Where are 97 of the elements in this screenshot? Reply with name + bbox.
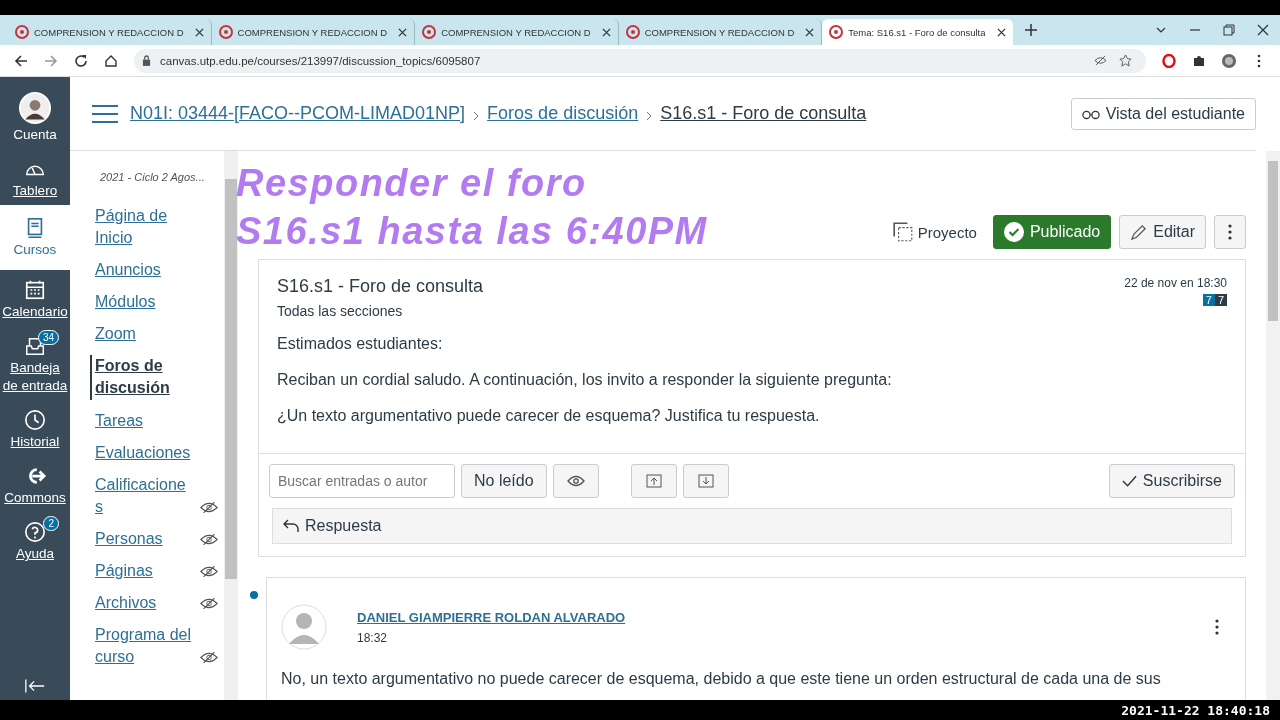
project-label: Proyecto [891,215,977,249]
course-nav-link[interactable]: Archivos [95,592,157,615]
course-nav-link[interactable]: Programa del curso [95,624,193,669]
restore-icon[interactable] [1223,24,1235,36]
post-time: 18:32 [357,630,389,645]
course-nav-link[interactable]: Páginas [95,559,153,582]
home-icon[interactable] [104,53,118,68]
post-date: 22 de nov en 18:30 [1124,276,1227,290]
new-tab-icon[interactable] [1024,24,1037,36]
breadcrumb-link[interactable]: Foros de discusión [487,103,639,124]
tab-title: COMPRENSION Y REDACCION D [237,26,388,38]
global-nav-item[interactable]: Calendario [0,269,70,326]
count-badge: 34 [37,329,59,345]
reload-icon[interactable] [74,53,88,68]
course-nav-link[interactable]: Módulos [95,291,156,314]
favicon-icon [15,25,29,39]
scrollbar[interactable] [224,151,238,700]
course-nav-link[interactable]: Personas [95,527,163,550]
favicon-icon [422,25,437,39]
breadcrumb-link[interactable]: S16.s1 - Foro de consulta [660,103,867,124]
address-bar[interactable]: canvas.utp.edu.pe/courses/213997/discussion_topics/6095807 [134,48,1146,73]
global-nav-item[interactable]: Cuenta [0,83,70,149]
overlay-caption: Responder el foro S16.s1 hasta las 6:40PM [236,161,708,254]
star-icon[interactable] [1119,54,1132,67]
course-nav-link[interactable]: Calificaciones [95,473,193,518]
global-nav-item[interactable]: 2 Ayuda [0,512,70,568]
global-nav-item[interactable]: Historial [0,400,70,457]
check-circle-icon [1003,222,1024,242]
favicon-icon [829,25,844,39]
reply-button[interactable]: Respuesta [272,508,1232,544]
download-icon [696,474,715,488]
upload-icon [644,474,663,488]
search-field[interactable]: Buscar entradas o autor [269,464,455,498]
video-timestamp: 2021-11-22 18:40:18 [1121,702,1270,718]
course-nav-link[interactable]: Anuncios [95,259,161,282]
course-nav-link[interactable]: Página de Inicio [95,205,193,250]
course-nav-link[interactable]: Evaluaciones [95,441,191,464]
close-icon[interactable] [805,27,815,37]
close-icon[interactable] [601,27,611,37]
unread-filter-button[interactable]: No leído [461,464,547,498]
opera-icon[interactable] [1162,53,1176,68]
chevron-right-icon [473,110,480,121]
lock-icon [142,55,151,66]
unread-count: 7 [1202,294,1215,306]
body-paragraph: Reciban un cordial saludo. A continuación, los invito a responder la siguiente pregunta: [277,371,893,389]
menu-icon[interactable] [92,104,118,123]
term-label: 2021 - Ciclo 2 Agos... [99,171,206,183]
close-icon[interactable] [398,27,408,37]
forward-icon[interactable] [44,53,58,68]
browser-tab[interactable]: Tema: S16.s1 - Foro de consulta [822,19,1013,45]
sections-label: Todas las secciones [277,303,404,319]
eye-button[interactable] [552,464,599,498]
global-nav-item[interactable]: Cursos [0,204,70,270]
eye-icon [566,474,585,488]
calendar-icon [24,278,46,301]
close-icon[interactable] [996,27,1006,37]
eye-slash-icon[interactable] [1094,54,1107,67]
favicon-icon [625,25,640,39]
body-paragraph: ¿Un texto argumentativo puede carecer de esquema? Justifica tu respuesta. [277,407,821,425]
kebab-icon [1228,224,1232,240]
avatar-icon [281,604,327,650]
back-icon[interactable] [14,53,28,68]
tab-title: Tema: S16.s1 - Foro de consulta [848,26,986,38]
body-paragraph: Estimados estudiantes: [277,335,444,353]
favicon-icon [218,25,233,39]
profile-avatar-icon[interactable] [1222,53,1236,68]
scrollbar[interactable] [1266,151,1280,700]
published-button[interactable]: Publicado [992,215,1112,249]
close-icon[interactable] [194,27,204,37]
close-icon[interactable] [1257,24,1269,36]
topic-title: S16.s1 - Foro de consulta [277,276,484,297]
course-nav-link[interactable]: Zoom [95,323,136,346]
tab-title: COMPRENSION Y REDACCION D [644,26,795,38]
kebab-icon[interactable] [1215,619,1219,635]
breadcrumb-link[interactable]: N01I: 03444-[FACO--PCOM-LIMAD01NP] [130,103,466,124]
global-nav-item[interactable]: Commons [0,456,70,513]
global-nav-item[interactable]: Tablero [0,148,70,205]
tab-title: COMPRENSION Y REDACCION D [441,26,591,38]
edit-button[interactable]: Editar [1119,215,1206,249]
collapse-icon[interactable] [24,678,46,694]
course-nav-link[interactable]: Foros de discusión [90,355,193,400]
pencil-icon [1130,223,1148,241]
subscribe-button[interactable]: Suscribirse [1108,464,1235,498]
copy-icon [891,221,914,243]
author-link[interactable]: DANIEL GIAMPIERRE ROLDAN ALVARADO [357,609,626,625]
count-badge: 2 [43,516,59,532]
checkmark-icon [1121,475,1137,487]
tab-title: COMPRENSION Y REDACCION D [34,26,184,38]
avatar-icon [19,92,51,124]
chevron-right-icon [646,110,653,121]
student-view-button[interactable]: Vista del estudiante [1070,97,1256,130]
clock-icon [24,409,46,432]
global-nav-item[interactable]: 34 Bandeja de entrada [0,325,70,401]
reply-text: No, un texto argumentativo no puede carecer de esquema, debido a que este tiene un orden estructural de cada una de sus [281,670,1162,688]
help-icon [24,521,46,544]
course-nav-link[interactable]: Tareas [95,409,144,432]
reply-arrow-icon [283,519,299,533]
